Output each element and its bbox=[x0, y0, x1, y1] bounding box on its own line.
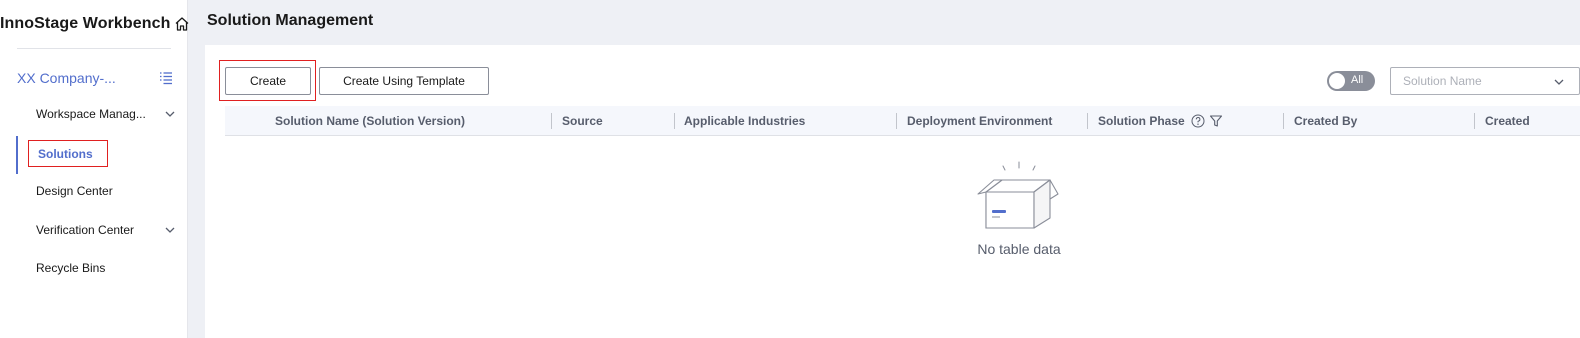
all-toggle[interactable]: All bbox=[1327, 71, 1375, 91]
brand-divider bbox=[17, 48, 171, 49]
column-header-created-by: Created By bbox=[1294, 114, 1358, 128]
brand: InnoStage Workbench bbox=[0, 12, 188, 36]
help-icon[interactable] bbox=[1191, 114, 1205, 128]
company-name: XX Company-... bbox=[17, 70, 116, 86]
column-header-created: Created bbox=[1485, 114, 1530, 128]
empty-box-icon bbox=[974, 160, 1064, 232]
column-separator[interactable] bbox=[1474, 113, 1475, 129]
search-placeholder: Solution Name bbox=[1403, 74, 1482, 88]
sidebar-item-recycle-bins[interactable]: Recycle Bins bbox=[36, 258, 176, 278]
sidebar-item-label: Design Center bbox=[36, 184, 113, 198]
column-separator[interactable] bbox=[1283, 113, 1284, 129]
sidebar-item-verification-center[interactable]: Verification Center bbox=[36, 220, 176, 240]
brand-title: InnoStage Workbench bbox=[0, 15, 171, 32]
create-button[interactable]: Create bbox=[225, 67, 311, 95]
sidebar-item-label: Verification Center bbox=[36, 223, 135, 237]
sidebar-item-workspace-management[interactable]: Workspace Manag... bbox=[36, 104, 176, 124]
list-icon[interactable] bbox=[158, 70, 174, 86]
create-using-template-button[interactable]: Create Using Template bbox=[319, 67, 489, 95]
sidebar-item-label: Workspace Manag... bbox=[36, 107, 146, 121]
home-icon[interactable] bbox=[174, 16, 190, 32]
column-separator[interactable] bbox=[1087, 113, 1088, 129]
sidebar-item-label: Solutions bbox=[38, 146, 93, 161]
chevron-down-icon bbox=[1553, 76, 1565, 88]
active-indicator bbox=[16, 136, 18, 174]
column-header-solution-phase: Solution Phase bbox=[1098, 106, 1223, 136]
column-header-source: Source bbox=[562, 114, 603, 128]
table-header: Solution Name (Solution Version) Source … bbox=[225, 106, 1580, 136]
page-title: Solution Management bbox=[207, 12, 374, 29]
chevron-down-icon bbox=[164, 224, 176, 236]
empty-table-message: No table data bbox=[977, 241, 1061, 257]
column-header-solution-name: Solution Name (Solution Version) bbox=[275, 114, 466, 128]
sidebar: InnoStage Workbench XX Company-... Works… bbox=[0, 0, 188, 338]
toggle-knob bbox=[1329, 73, 1345, 89]
company-selector[interactable]: XX Company-... bbox=[17, 68, 174, 88]
column-separator[interactable] bbox=[551, 113, 552, 129]
filter-icon[interactable] bbox=[1209, 114, 1223, 128]
toggle-label: All bbox=[1351, 74, 1364, 86]
sidebar-item-solutions[interactable]: Solutions bbox=[28, 140, 108, 167]
chevron-down-icon bbox=[164, 108, 176, 120]
solution-name-select[interactable]: Solution Name bbox=[1390, 67, 1580, 95]
sidebar-item-label: Recycle Bins bbox=[36, 261, 106, 275]
column-separator[interactable] bbox=[674, 113, 675, 129]
column-separator[interactable] bbox=[896, 113, 897, 129]
sidebar-item-design-center[interactable]: Design Center bbox=[36, 181, 176, 201]
column-header-applicable-industries: Applicable Industries bbox=[684, 114, 806, 128]
column-header-deployment-environment: Deployment Environment bbox=[907, 114, 1053, 128]
